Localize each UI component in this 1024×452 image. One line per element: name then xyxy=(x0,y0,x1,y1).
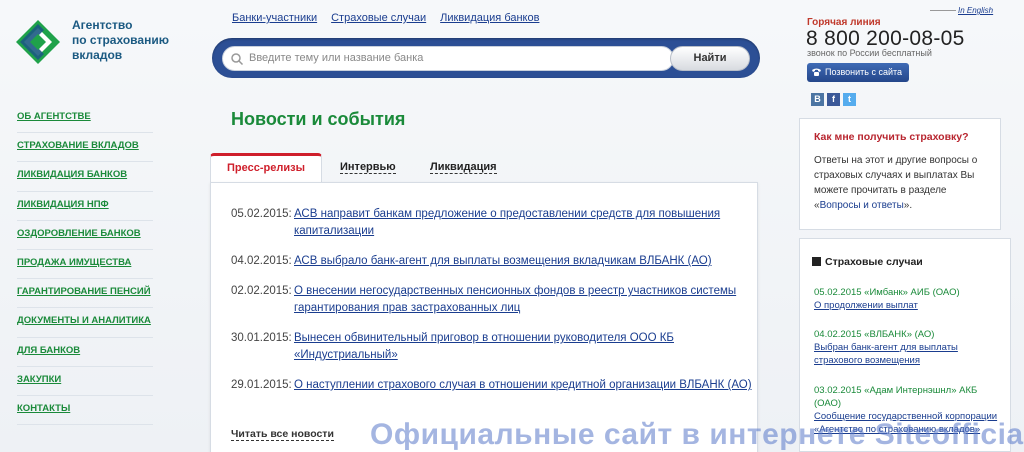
toplink-cases[interactable]: Страховые случаи xyxy=(331,12,426,24)
vk-icon[interactable]: В xyxy=(811,93,824,106)
nav-item-about[interactable]: ОБ АГЕНТСТВЕ xyxy=(17,104,153,134)
watermark: Официальные сайт в интернете Siteofficia… xyxy=(370,418,1024,451)
nav-item-bank-recovery[interactable]: ОЗДОРОВЛЕНИЕ БАНКОВ xyxy=(17,221,153,250)
page-title: Новости и события xyxy=(231,109,406,129)
news-link[interactable]: АСВ направит банкам предложение о предос… xyxy=(294,206,754,240)
news-date: 05.02.2015: xyxy=(231,208,292,220)
search-button[interactable]: Найти xyxy=(670,46,750,71)
nav-item-bank-liquidation[interactable]: ЛИКВИДАЦИЯ БАНКОВ xyxy=(17,162,153,192)
tab-label: Интервью xyxy=(340,161,396,174)
cases-title: Страховые случаи xyxy=(812,256,923,268)
news-date: 29.01.2015: xyxy=(231,379,292,391)
faq-text: Ответы на этот и другие вопросы о страхо… xyxy=(814,153,986,213)
call-from-site-button[interactable]: Позвонить с сайта xyxy=(807,63,909,82)
nav-item-documents[interactable]: ДОКУМЕНТЫ И АНАЛИТИКА xyxy=(17,308,153,338)
news-link[interactable]: О внесении негосударственных пенсионных … xyxy=(294,283,754,317)
faq-panel: Как мне получить страховку? Ответы на эт… xyxy=(799,118,1001,230)
news-date: 02.02.2015: xyxy=(231,285,292,297)
logo[interactable]: Агентство по страхованию вкладов xyxy=(14,16,194,68)
hotline-note: звонок по России бесплатный xyxy=(807,48,932,58)
faq-title: Как мне получить страховку? xyxy=(814,131,969,143)
news-date: 30.01.2015: xyxy=(231,332,292,344)
case-head: 03.02.2015 «Адам Интернэшнл» АКБ (ОАО) xyxy=(814,385,978,409)
case-head: 04.02.2015 «ВЛБАНК» (АО) xyxy=(814,329,935,340)
news-link[interactable]: Вынесен обвинительный приговор в отношен… xyxy=(294,330,754,364)
nav-item-deposit-insurance[interactable]: СТРАХОВАНИЕ ВКЛАДОВ xyxy=(17,133,153,163)
news-link[interactable]: О наступлении страхового случая в отноше… xyxy=(294,377,754,394)
logo-icon xyxy=(16,20,60,64)
news-date: 04.02.2015: xyxy=(231,255,292,267)
search-icon xyxy=(231,53,244,66)
search-bar: Введите тему или название банка Найти xyxy=(212,38,760,78)
nav-item-procurement[interactable]: ЗАКУПКИ xyxy=(17,367,153,396)
search-input[interactable]: Введите тему или название банка xyxy=(222,46,674,71)
logo-text: Агентство по страхованию вкладов xyxy=(72,18,169,62)
tab-bank-liquidation[interactable]: Ликвидация банков xyxy=(430,153,497,202)
divider xyxy=(930,10,956,11)
call-button-label: Позвонить с сайта xyxy=(825,67,903,77)
news-list: 05.02.2015: АСВ направит банкам предложе… xyxy=(210,182,758,452)
twitter-icon[interactable]: t xyxy=(843,93,856,106)
faq-tail: ». xyxy=(903,200,913,211)
nav-item-npf-liquidation[interactable]: ЛИКВИДАЦИЯ НПФ xyxy=(17,192,153,221)
cases-title-text: Страховые случаи xyxy=(825,256,923,268)
toplink-liquidation[interactable]: Ликвидация банков xyxy=(440,12,539,24)
tab-interviews[interactable]: Интервью xyxy=(340,153,396,183)
toplink-banks[interactable]: Банки-участники xyxy=(232,12,317,24)
nav-item-pension-guarantee[interactable]: ГАРАНТИРОВАНИЕ ПЕНСИЙ xyxy=(17,279,153,309)
phone-icon xyxy=(812,68,821,76)
nav-item-property-sale[interactable]: ПРОДАЖА ИМУЩЕСТВА xyxy=(17,250,153,280)
social-links: В f t xyxy=(811,93,856,106)
faq-link[interactable]: Вопросы и ответы xyxy=(820,200,904,211)
case-link[interactable]: Выбран банк-агент для выплаты страхового… xyxy=(814,342,958,366)
case-head: 05.02.2015 «Имбанк» АИБ (ОАО) xyxy=(814,287,960,298)
english-link[interactable]: In English xyxy=(958,6,993,15)
facebook-icon[interactable]: f xyxy=(827,93,840,106)
case-link[interactable]: О продолжении выплат xyxy=(814,300,918,311)
nav-item-contacts[interactable]: КОНТАКТЫ xyxy=(17,396,153,426)
read-all-news-link[interactable]: Читать все новости xyxy=(231,428,334,441)
case-item: 04.02.2015 «ВЛБАНК» (АО) Выбран банк-аге… xyxy=(814,328,1006,367)
tab-press-releases[interactable]: Пресс-релизы xyxy=(210,153,322,183)
square-icon xyxy=(812,257,821,266)
news-link[interactable]: АСВ выбрало банк-агент для выплаты возме… xyxy=(294,253,754,270)
top-links: Банки-участники Страховые случаи Ликвида… xyxy=(232,12,539,24)
nav-item-for-banks[interactable]: ДЛЯ БАНКОВ xyxy=(17,338,153,367)
sidebar-nav: ОБ АГЕНТСТВЕ СТРАХОВАНИЕ ВКЛАДОВ ЛИКВИДА… xyxy=(17,104,153,426)
case-item: 05.02.2015 «Имбанк» АИБ (ОАО) О продолже… xyxy=(814,286,1006,312)
